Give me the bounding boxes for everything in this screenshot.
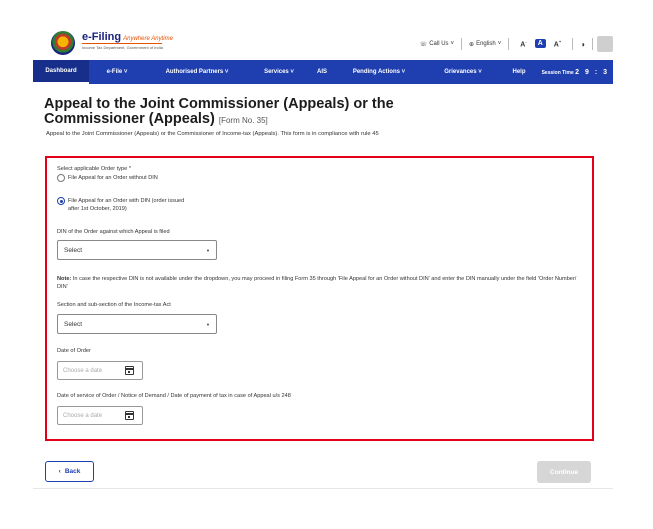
back-button[interactable]: ‹ Back <box>45 461 94 482</box>
nav-efile[interactable]: e-File ˅ <box>89 60 145 84</box>
phone-icon: ☏ <box>419 41 428 48</box>
calendar-icon[interactable] <box>125 366 134 375</box>
din-label: DIN of the Order against which Appeal is… <box>57 229 170 235</box>
nav-pending-actions[interactable]: Pending Actions ˅ <box>335 60 423 84</box>
nav-grievances[interactable]: Grievances ˅ <box>423 60 503 84</box>
font-increase-button[interactable]: A+ <box>550 39 565 48</box>
radio-order-without-din[interactable]: File Appeal for an Order without DIN <box>57 174 158 182</box>
language-selector[interactable]: ⊕ English ˅ <box>462 41 508 48</box>
efiling-logo[interactable]: e-Filing Anywhere Anytime <box>82 31 173 43</box>
contrast-toggle[interactable]: ◑ <box>573 40 592 49</box>
divider <box>33 488 613 489</box>
session-time-value: 2 9 : 3 <box>575 68 609 76</box>
logo-tagline: Anywhere Anytime <box>123 36 173 42</box>
header-tools: ☏ Call Us ˅ ⊕ English ˅ A- A A+ ◑ <box>413 36 613 52</box>
continue-button[interactable]: Continue <box>537 461 591 483</box>
nav-services[interactable]: Services ˅ <box>249 60 309 84</box>
date-of-service-input[interactable]: Choose a date <box>57 406 143 425</box>
logo-subtitle: Income Tax Department, Government of Ind… <box>82 45 163 50</box>
form-number: [Form No. 35] <box>218 116 268 125</box>
logo-underline <box>82 43 162 44</box>
font-decrease-button[interactable]: A- <box>516 39 530 48</box>
chevron-down-icon: ˅ <box>450 41 455 47</box>
nav-authorised-partners[interactable]: Authorised Partners ˅ <box>145 60 249 84</box>
font-normal-button[interactable]: A <box>534 39 546 49</box>
date-of-service-label: Date of service of Order / Notice of Dem… <box>57 393 291 399</box>
nav-ais[interactable]: AIS <box>309 60 335 84</box>
nav-help[interactable]: Help <box>503 60 535 84</box>
page-description: Appeal to the Joint Commissioner (Appeal… <box>46 131 379 137</box>
radio-button[interactable] <box>57 174 65 182</box>
site-header: e-Filing Anywhere Anytime Income Tax Depa… <box>33 28 613 60</box>
divider <box>592 38 593 50</box>
section-label: Section and sub-section of the Income-ta… <box>57 302 171 308</box>
chevron-left-icon: ‹ <box>58 468 61 475</box>
calendar-icon[interactable] <box>125 411 134 420</box>
call-us-menu[interactable]: ☏ Call Us ˅ <box>413 41 461 48</box>
order-type-label: Select applicable Order type * <box>57 166 132 172</box>
date-of-order-input[interactable]: Choose a date <box>57 361 143 380</box>
din-select[interactable]: Select ▼ <box>57 240 217 260</box>
session-timer: Session Time 2 9 : 3 <box>541 68 609 76</box>
nav-dashboard[interactable]: Dashboard <box>33 60 89 84</box>
radio-button-selected[interactable] <box>57 197 65 205</box>
date-of-order-label: Date of Order <box>57 348 91 354</box>
avatar[interactable] <box>597 36 613 52</box>
caret-down-icon: ▼ <box>206 248 210 253</box>
font-size-controls: A- A A+ <box>509 39 572 48</box>
caret-down-icon: ▼ <box>206 322 210 327</box>
section-select[interactable]: Select ▼ <box>57 314 217 334</box>
chevron-down-icon: ˅ <box>497 41 502 47</box>
contrast-icon: ◑ <box>580 39 585 49</box>
din-note: Note: In case the respective DIN is not … <box>57 276 577 290</box>
national-emblem-icon <box>51 31 75 55</box>
radio-order-with-din[interactable]: File Appeal for an Order with DIN (order… <box>57 197 184 213</box>
main-nav: Dashboard e-File ˅ Authorised Partners ˅… <box>33 60 613 84</box>
globe-icon: ⊕ <box>469 41 475 48</box>
page-title: Appeal to the Joint Commissioner (Appeal… <box>44 96 394 127</box>
